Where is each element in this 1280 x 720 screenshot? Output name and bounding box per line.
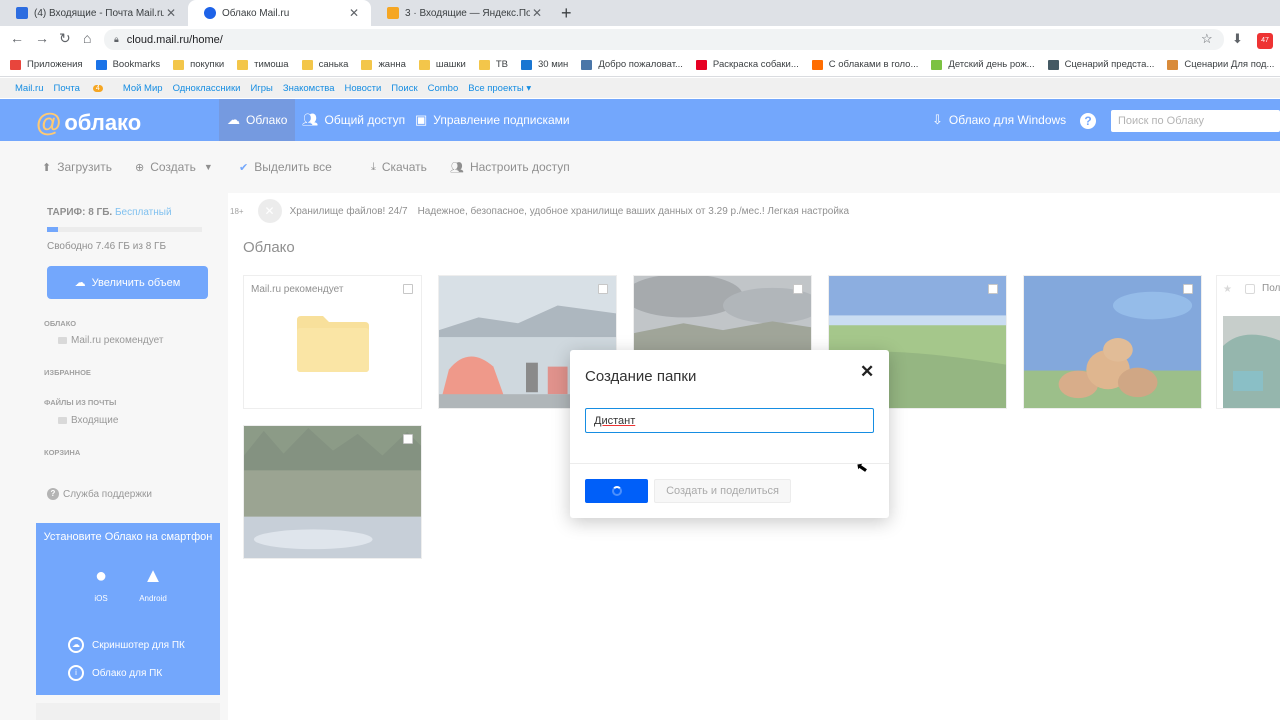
bookmark-icon [418, 59, 430, 70]
portal-link-ok[interactable]: Одноклассники [173, 83, 241, 94]
create-folder-dialog: Создание папки ✕ Создать и поделиться [570, 350, 889, 518]
address-bar[interactable]: 🔒︎ cloud.mail.ru/home/ [104, 29, 1224, 50]
bookmark-label: ТВ [495, 59, 509, 70]
bookmark-item[interactable]: Раскраска собаки... [695, 59, 799, 70]
dialog-title: Создание папки [585, 368, 697, 385]
bookmark-icon [478, 59, 490, 70]
browser-tab-mail-inbox[interactable]: (4) Входящие - Почта Mail.ru ✕ [0, 0, 188, 26]
browser-tab-strip: (4) Входящие - Почта Mail.ru ✕ Облако Ma… [0, 0, 1280, 26]
folder-name-input[interactable] [585, 408, 874, 433]
bookmark-icon [931, 59, 943, 70]
bookmark-label: санька [318, 59, 349, 70]
bookmark-label: Сценарий предста... [1064, 59, 1155, 70]
bookmark-icon [811, 59, 823, 70]
portal-link-news[interactable]: Новости [345, 83, 382, 94]
portal-link-dating[interactable]: Знакомства [283, 83, 335, 94]
bookmark-label: тимоша [254, 59, 289, 70]
bookmark-label: Сценарии Для под... [1184, 59, 1275, 70]
portal-link-games[interactable]: Игры [250, 83, 272, 94]
loading-spinner-icon [611, 486, 622, 496]
portal-link-myworld[interactable]: Мой Мир [123, 83, 163, 94]
bookmark-label: С облаками в голо... [828, 59, 919, 70]
tab-title: (4) Входящие - Почта Mail.ru [34, 7, 164, 19]
bookmark-icon [1167, 59, 1179, 70]
bookmark-item[interactable]: шашки [418, 59, 466, 70]
bookmark-label: Раскраска собаки... [712, 59, 799, 70]
bookmark-label: шашки [435, 59, 466, 70]
browser-toolbar: ← → ↻ ⌂ 🔒︎ cloud.mail.ru/home/ ☆ ⬇ 47 [0, 26, 1280, 53]
bookmark-item[interactable]: Приложения [10, 59, 83, 70]
tab-close-icon[interactable]: ✕ [164, 6, 178, 20]
yandex-mail-favicon-icon [387, 7, 399, 19]
download-icon[interactable]: ⬇ [1232, 31, 1243, 47]
bookmark-icon [361, 59, 373, 70]
tab-title: 3 · Входящие — Яндекс.Почта [405, 7, 530, 19]
bookmark-item[interactable]: Добро пожаловат... [581, 59, 683, 70]
portal-link-all-projects[interactable]: Все проекты ▾ [468, 83, 531, 94]
lock-icon: 🔒︎ [114, 34, 119, 44]
tab-close-icon[interactable]: ✕ [530, 6, 544, 20]
bookmark-label: жанна [378, 59, 406, 70]
bookmark-icon [237, 59, 249, 70]
bookmark-item[interactable]: ТВ [478, 59, 509, 70]
create-and-share-button[interactable]: Создать и поделиться [654, 479, 791, 503]
bookmark-icon [173, 59, 185, 70]
bookmark-icon [1047, 59, 1059, 70]
tab-close-icon[interactable]: ✕ [347, 6, 361, 20]
portal-link-mail[interactable]: Почта 4 [54, 83, 113, 94]
create-button[interactable] [585, 479, 648, 503]
url-text: cloud.mail.ru/home/ [126, 33, 223, 46]
back-icon[interactable]: ← [10, 30, 24, 46]
portal-link-combo[interactable]: Combo [428, 83, 459, 94]
bookmark-item[interactable]: Сценарии Для под... [1167, 59, 1274, 70]
bookmark-star-icon[interactable]: ☆ [1201, 31, 1213, 47]
dialog-divider [570, 463, 889, 464]
bookmark-label: Добро пожаловат... [598, 59, 683, 70]
bookmark-icon [521, 59, 533, 70]
mail-favicon-icon [16, 7, 28, 19]
bookmark-icon [95, 59, 107, 70]
bookmark-label: Детский день рож... [948, 59, 1035, 70]
bookmark-label: Приложения [27, 59, 83, 70]
bookmark-label: 30 мин [538, 59, 569, 70]
new-tab-button[interactable]: + [561, 3, 572, 24]
reload-icon[interactable]: ↻ [59, 30, 71, 47]
bookmark-item[interactable]: санька [301, 59, 349, 70]
bookmark-item[interactable]: С облаками в голо... [811, 59, 919, 70]
browser-tab-yandex-mail[interactable]: 3 · Входящие — Яндекс.Почта ✕ [371, 0, 554, 26]
bookmark-icon [301, 59, 313, 70]
bookmark-icon [695, 59, 707, 70]
close-icon[interactable]: ✕ [860, 362, 874, 382]
bookmark-label: покупки [190, 59, 225, 70]
bookmark-icon [10, 59, 21, 70]
extension-badge[interactable]: 47 [1257, 33, 1273, 49]
portal-link-mailru[interactable]: Mail.ru [15, 83, 44, 94]
bookmarks-bar: Приложения Bookmarks покупки тимоша санька жа… [0, 53, 1280, 77]
tab-title: Облако Mail.ru [222, 7, 290, 19]
mail-count-badge: 4 [92, 84, 103, 92]
home-icon[interactable]: ⌂ [83, 30, 91, 46]
bookmark-item[interactable]: 30 мин [521, 59, 568, 70]
bookmark-item[interactable]: жанна [361, 59, 406, 70]
bookmark-item[interactable]: тимоша [237, 59, 289, 70]
bookmark-item[interactable]: Сценарий предста... [1047, 59, 1155, 70]
forward-icon[interactable]: → [35, 30, 49, 46]
bookmark-item[interactable]: Детский день рож... [931, 59, 1035, 70]
portal-link-label: Почта [53, 82, 80, 94]
mailru-portal-bar: Mail.ru Почта 4 Мой Мир Одноклассники Игр… [0, 78, 1280, 98]
bookmark-item[interactable]: покупки [173, 59, 224, 70]
bookmark-item[interactable]: Bookmarks [95, 59, 161, 70]
portal-link-search[interactable]: Поиск [391, 83, 417, 94]
cloud-favicon-icon [204, 7, 216, 19]
browser-tab-cloud[interactable]: Облако Mail.ru ✕ [188, 0, 371, 26]
bookmark-icon [581, 59, 593, 70]
bookmark-label: Bookmarks [112, 59, 161, 70]
